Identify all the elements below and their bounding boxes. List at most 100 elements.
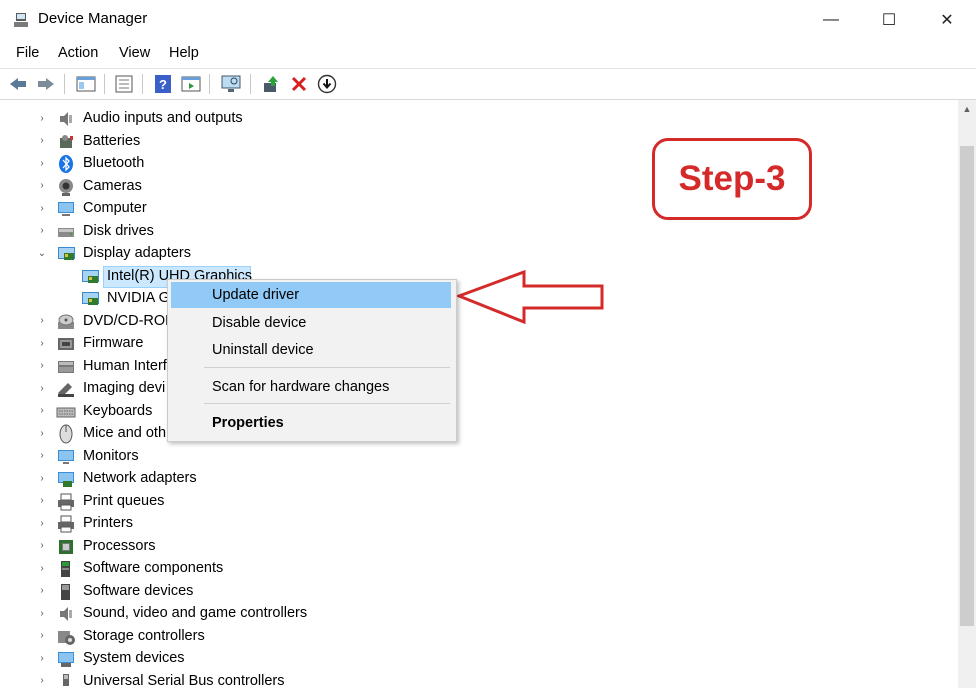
- properties-icon[interactable]: [113, 73, 135, 95]
- chevron-right-icon[interactable]: ›: [36, 112, 48, 124]
- context-item-label: Disable device: [212, 315, 307, 331]
- minimize-button[interactable]: —: [802, 0, 860, 40]
- chevron-right-icon[interactable]: ›: [36, 135, 48, 147]
- show-hide-tree-icon[interactable]: [75, 73, 97, 95]
- tree-category-row[interactable]: › Software devices: [0, 581, 940, 603]
- tree-category-row[interactable]: › Firmware: [0, 333, 940, 355]
- dvd-icon: [58, 314, 74, 329]
- device-tree[interactable]: › Audio inputs and outputs › Batteries › Blue…: [0, 100, 958, 686]
- chevron-right-icon[interactable]: ›: [36, 540, 48, 552]
- title-bar: Device Manager — ☐ ✕: [0, 0, 976, 40]
- context-update-driver[interactable]: Update driver: [171, 282, 451, 308]
- tree-category-row[interactable]: › Universal Serial Bus controllers: [0, 671, 940, 686]
- tree-category-row[interactable]: › Software components: [0, 558, 940, 580]
- tree-category-row[interactable]: › Mice and oth: [0, 423, 940, 445]
- tree-item-label: Cameras: [83, 177, 142, 194]
- bluetooth-icon: [59, 155, 73, 173]
- scan-monitor-icon[interactable]: [220, 73, 242, 95]
- tree-item-label: Network adapters: [83, 470, 197, 486]
- tree-category-row[interactable]: ⌄ Display adapters: [0, 243, 940, 265]
- tree-category-row[interactable]: › Human Interf: [0, 356, 940, 378]
- toolbar-separator: [250, 74, 251, 94]
- chevron-right-icon[interactable]: ›: [36, 225, 48, 237]
- chevron-right-icon[interactable]: ›: [36, 675, 48, 686]
- tree-item-label: Keyboards: [83, 402, 153, 419]
- chevron-right-icon[interactable]: ›: [36, 652, 48, 664]
- forward-arrow-icon[interactable]: [35, 73, 57, 95]
- chevron-right-icon[interactable]: ›: [36, 382, 48, 394]
- tree-item-label: NVIDIA G: [107, 290, 170, 306]
- device-manager-icon: [14, 13, 28, 27]
- chevron-right-icon[interactable]: ›: [36, 562, 48, 574]
- context-uninstall-device[interactable]: Uninstall device: [171, 337, 451, 363]
- chevron-right-icon[interactable]: ›: [36, 202, 48, 214]
- red-arrow-annotation: [456, 269, 604, 324]
- tree-category-row[interactable]: › Print queues: [0, 491, 940, 513]
- chevron-right-icon[interactable]: ›: [36, 180, 48, 192]
- tree-category-row[interactable]: › System devices: [0, 648, 940, 670]
- tree-category-row[interactable]: › Storage controllers: [0, 626, 940, 648]
- tree-item-label: Firmware: [83, 335, 144, 351]
- action-view-icon[interactable]: [180, 73, 202, 95]
- keyboard-icon: [56, 407, 76, 417]
- context-scan-hardware[interactable]: Scan for hardware changes: [171, 374, 451, 400]
- tree-category-row[interactable]: › Processors: [0, 536, 940, 558]
- menu-help[interactable]: Help: [169, 45, 199, 61]
- chevron-right-icon[interactable]: ›: [36, 517, 48, 529]
- chevron-right-icon[interactable]: ›: [36, 405, 48, 417]
- scroll-thumb[interactable]: [960, 146, 974, 626]
- tree-category-row[interactable]: › Disk drives: [0, 221, 940, 243]
- menu-action[interactable]: Action: [58, 45, 98, 61]
- menu-view[interactable]: View: [119, 45, 150, 61]
- tree-category-row[interactable]: › Audio inputs and outputs: [0, 108, 940, 130]
- maximize-button[interactable]: ☐: [860, 0, 918, 40]
- chevron-right-icon[interactable]: ›: [36, 157, 48, 169]
- uninstall-x-icon[interactable]: [288, 73, 310, 95]
- tree-category-row[interactable]: › Printers: [0, 513, 940, 535]
- chevron-right-icon[interactable]: ›: [36, 607, 48, 619]
- speaker-icon: [60, 607, 72, 621]
- chevron-right-icon[interactable]: ›: [36, 630, 48, 642]
- context-disable-device[interactable]: Disable device: [171, 310, 451, 336]
- tree-item-label: DVD/CD-ROM: [83, 312, 178, 329]
- chevron-right-icon[interactable]: ›: [36, 585, 48, 597]
- chevron-right-icon[interactable]: ›: [36, 360, 48, 372]
- tree-item-label: Audio inputs and outputs: [83, 110, 243, 126]
- network-icon: [58, 472, 74, 487]
- update-driver-icon[interactable]: [260, 73, 282, 95]
- menu-file[interactable]: File: [16, 45, 39, 61]
- computer-icon: [58, 202, 74, 216]
- chevron-right-icon[interactable]: ›: [36, 495, 48, 507]
- tree-item-label: Processors: [83, 537, 156, 554]
- tree-item-label: Software components: [83, 560, 224, 576]
- back-arrow-icon[interactable]: [7, 73, 29, 95]
- step-annotation: Step-3: [652, 138, 812, 220]
- hid-icon: [58, 360, 74, 373]
- download-circle-icon[interactable]: [316, 73, 338, 95]
- vertical-scrollbar[interactable]: ▲: [958, 100, 976, 688]
- tree-item-label: Human Interf: [83, 357, 167, 374]
- printer-icon: [58, 515, 74, 533]
- tree-item-label: Storage controllers: [83, 627, 205, 644]
- chevron-right-icon[interactable]: ›: [36, 337, 48, 349]
- chevron-right-icon[interactable]: ›: [36, 315, 48, 327]
- toolbar-separator: [104, 74, 105, 94]
- chevron-right-icon[interactable]: ›: [36, 450, 48, 462]
- help-icon[interactable]: ?: [152, 73, 174, 95]
- context-properties[interactable]: Properties: [171, 410, 451, 436]
- tree-category-row[interactable]: › Sound, video and game controllers: [0, 603, 940, 625]
- context-item-label: Update driver: [212, 287, 300, 303]
- tree-category-row[interactable]: › Imaging devi: [0, 378, 940, 400]
- tree-category-row[interactable]: › Network adapters: [0, 468, 940, 490]
- chevron-down-icon[interactable]: ⌄: [36, 247, 48, 259]
- chevron-right-icon[interactable]: ›: [36, 427, 48, 439]
- system-icon: [58, 652, 74, 667]
- scroll-up-arrow-icon[interactable]: ▲: [958, 100, 976, 117]
- tree-category-row[interactable]: › Monitors: [0, 446, 940, 468]
- chevron-right-icon[interactable]: ›: [36, 472, 48, 484]
- tree-category-row[interactable]: › Keyboards: [0, 401, 940, 423]
- toolbar: ?: [0, 68, 976, 100]
- close-button[interactable]: ✕: [918, 0, 976, 40]
- tree-item-label: Computer: [83, 200, 147, 216]
- usb-icon: [63, 673, 69, 686]
